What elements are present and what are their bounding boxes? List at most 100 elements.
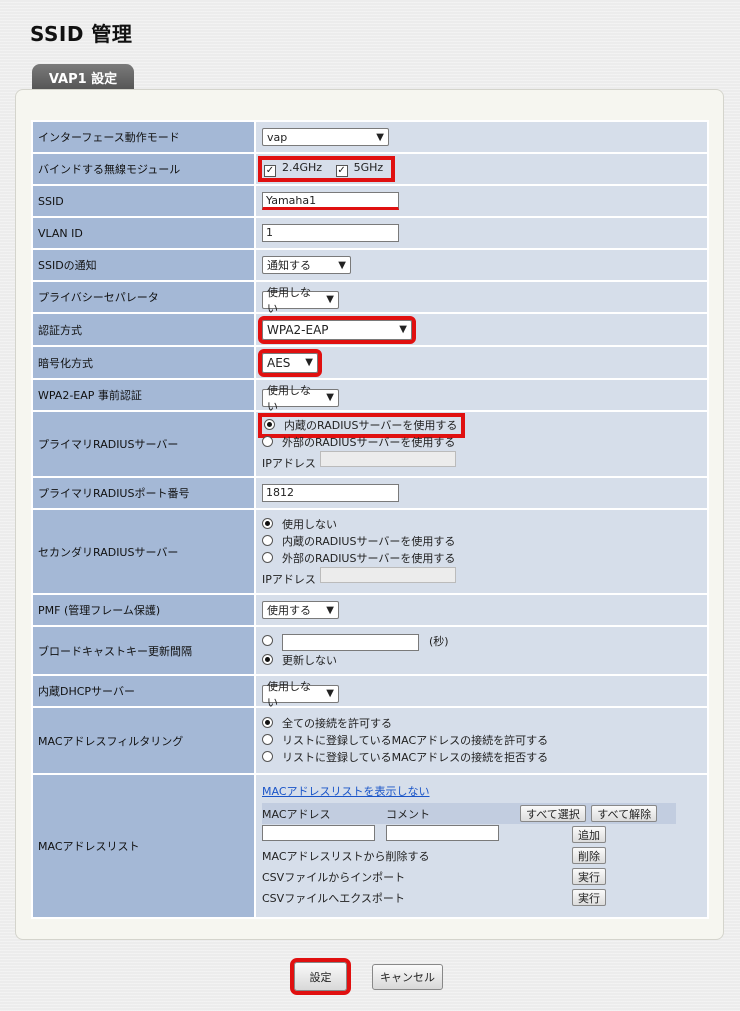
ssid-notify-value: 通知する (267, 259, 311, 272)
row-mac-filter: MACアドレスフィルタリング 全ての接続を許可する リストに登録しているMACア… (33, 708, 707, 773)
label-broadcast-key: ブロードキャストキー更新間隔 (33, 627, 254, 674)
mac-allow-list-label: リストに登録しているMACアドレスの接続を許可する (282, 734, 549, 747)
settings-table: インターフェース動作モード vap ▼ バインドする無線モジュール ✓ 2.4GHz… (31, 120, 709, 919)
deselect-all-button[interactable]: すべて解除 (591, 805, 658, 822)
radio-secondary-internal[interactable] (262, 534, 273, 546)
label-mac-list: MACアドレスリスト (33, 775, 254, 917)
cipher-select[interactable]: AES ▼ (258, 348, 322, 377)
secondary-ip-label: IPアドレス (262, 572, 316, 586)
auth-method-select[interactable]: WPA2-EAP ▼ (258, 315, 416, 344)
row-ssid-notify: SSIDの通知 通知する ▼ (33, 250, 707, 280)
checkbox-5ghz[interactable]: ✓ (335, 165, 348, 177)
privacy-separator-select[interactable]: 使用しない ▼ (262, 286, 339, 315)
export-button[interactable]: 実行 (572, 889, 606, 906)
bind-module-group: ✓ 2.4GHz ✓ 5GHz (257, 156, 396, 182)
radio-secondary-external[interactable] (262, 551, 273, 563)
label-cipher: 暗号化方式 (33, 347, 254, 378)
checkbox-24ghz[interactable]: ✓ (264, 165, 276, 177)
tab-vap1-settings[interactable]: VAP1 設定 (32, 64, 134, 90)
radio-mac-deny-list[interactable] (262, 751, 273, 762)
vlan-id-input[interactable]: 1 (262, 224, 399, 242)
row-privacy-separator: プライバシーセパレータ 使用しない ▼ (33, 282, 707, 315)
radio-mac-allow-all[interactable] (262, 717, 273, 728)
radio-secondary-none[interactable] (262, 517, 273, 529)
mac-list-delete-row: MACアドレスリストから削除する 削除 (262, 845, 676, 866)
chevron-down-icon: ▼ (326, 294, 334, 305)
primary-port-input[interactable]: 1812 (262, 484, 399, 502)
broadcast-unit: (秒) (429, 635, 449, 648)
radio-primary-external[interactable] (262, 435, 273, 447)
primary-internal-label: 内蔵のRADIUSサーバーを使用する (284, 418, 458, 432)
radio-broadcast-interval[interactable] (262, 635, 273, 646)
select-all-button[interactable]: すべて選択 (520, 805, 586, 822)
row-secondary-radius: セカンダリRADIUSサーバー 使用しない 内蔵のRADIUSサーバーを使用する… (33, 510, 707, 593)
label-primary-port: プライマリRADIUSポート番号 (33, 478, 254, 508)
mac-address-input[interactable] (262, 825, 375, 841)
ssid-notify-select[interactable]: 通知する ▼ (262, 256, 351, 274)
dhcp-value: 使用しない (267, 679, 311, 709)
privacy-separator-value: 使用しない (267, 285, 311, 315)
import-label: CSVファイルからインポート (262, 870, 406, 884)
primary-ip-input[interactable] (320, 450, 456, 467)
chevron-down-icon: ▼ (326, 604, 334, 616)
ssid-input[interactable]: Yamaha1 (262, 192, 399, 210)
primary-radius-internal-option[interactable]: 内蔵のRADIUSサーバーを使用する (257, 412, 466, 438)
mac-allow-all-label: 全ての接続を許可する (282, 717, 392, 730)
mac-list-add-row: 追加 (262, 824, 676, 845)
export-label: CSVファイルへエクスポート (262, 891, 405, 905)
import-button[interactable]: 実行 (572, 868, 606, 885)
label-primary-radius: プライマリRADIUSサーバー (33, 412, 254, 476)
delete-label: MACアドレスリストから削除する (262, 849, 430, 863)
row-broadcast-key: ブロードキャストキー更新間隔 (秒) 更新しない (33, 627, 707, 674)
chevron-down-icon: ▼ (338, 259, 346, 271)
chevron-down-icon: ▼ (305, 357, 313, 368)
row-cipher: 暗号化方式 AES ▼ (33, 347, 707, 378)
label-5ghz: 5GHz (353, 161, 384, 174)
comment-input[interactable] (386, 825, 499, 841)
row-primary-port: プライマリRADIUSポート番号 1812 (33, 478, 707, 508)
radio-mac-allow-list[interactable] (262, 734, 273, 745)
pmf-select[interactable]: 使用する ▼ (262, 601, 339, 619)
add-button[interactable]: 追加 (572, 826, 606, 843)
radio-primary-internal[interactable] (264, 418, 275, 430)
preauth-select[interactable]: 使用しない ▼ (262, 384, 339, 413)
pmf-value: 使用する (267, 604, 311, 617)
submit-button[interactable]: 設定 (290, 958, 351, 995)
chevron-down-icon: ▼ (326, 688, 334, 699)
row-interface-mode: インターフェース動作モード vap ▼ (33, 122, 707, 152)
label-24ghz: 2.4GHz (282, 161, 323, 174)
secondary-ip-input[interactable] (320, 566, 456, 583)
broadcast-interval-input[interactable] (282, 633, 419, 651)
row-mac-list: MACアドレスリスト MACアドレスリストを表示しない MACアドレス コメント… (33, 775, 707, 917)
radio-broadcast-none[interactable] (262, 654, 273, 665)
row-vlan-id: VLAN ID 1 (33, 218, 707, 248)
mac-list-table: MACアドレス コメント すべて選択 すべて解除 追加 MACアドレスリストから… (262, 803, 676, 908)
chevron-down-icon: ▼ (376, 131, 384, 143)
row-pmf: PMF (管理フレーム保護) 使用する ▼ (33, 595, 707, 625)
row-preauth: WPA2-EAP 事前認証 使用しない ▼ (33, 380, 707, 413)
dhcp-select[interactable]: 使用しない ▼ (262, 680, 339, 709)
label-ssid-notify: SSIDの通知 (33, 250, 254, 280)
cipher-value: AES (267, 355, 291, 370)
chevron-down-icon: ▼ (326, 392, 334, 403)
page-title: SSID 管理 (30, 22, 133, 46)
mac-list-toggle-link[interactable]: MACアドレスリストを表示しない (262, 785, 430, 798)
secondary-none-label: 使用しない (282, 517, 337, 531)
label-privacy-separator: プライバシーセパレータ (33, 282, 254, 312)
cancel-button[interactable]: キャンセル (372, 964, 443, 990)
broadcast-none-label: 更新しない (282, 654, 337, 667)
secondary-external-label: 外部のRADIUSサーバーを使用する (282, 551, 456, 565)
primary-ip-label: IPアドレス (262, 456, 316, 470)
col-comment: コメント (386, 803, 506, 824)
mac-list-export-row: CSVファイルへエクスポート 実行 (262, 887, 676, 908)
interface-mode-value: vap (267, 130, 288, 144)
delete-button[interactable]: 削除 (572, 847, 606, 864)
label-dhcp: 内蔵DHCPサーバー (33, 676, 254, 706)
label-mac-filter: MACアドレスフィルタリング (33, 708, 254, 773)
interface-mode-select[interactable]: vap ▼ (262, 128, 389, 146)
row-bind-module: バインドする無線モジュール ✓ 2.4GHz ✓ 5GHz (33, 154, 707, 184)
mac-list-header-row: MACアドレス コメント すべて選択 すべて解除 (262, 803, 676, 824)
secondary-internal-label: 内蔵のRADIUSサーバーを使用する (282, 534, 456, 548)
label-vlan-id: VLAN ID (33, 218, 254, 248)
mac-deny-list-label: リストに登録しているMACアドレスの接続を拒否する (282, 751, 549, 764)
